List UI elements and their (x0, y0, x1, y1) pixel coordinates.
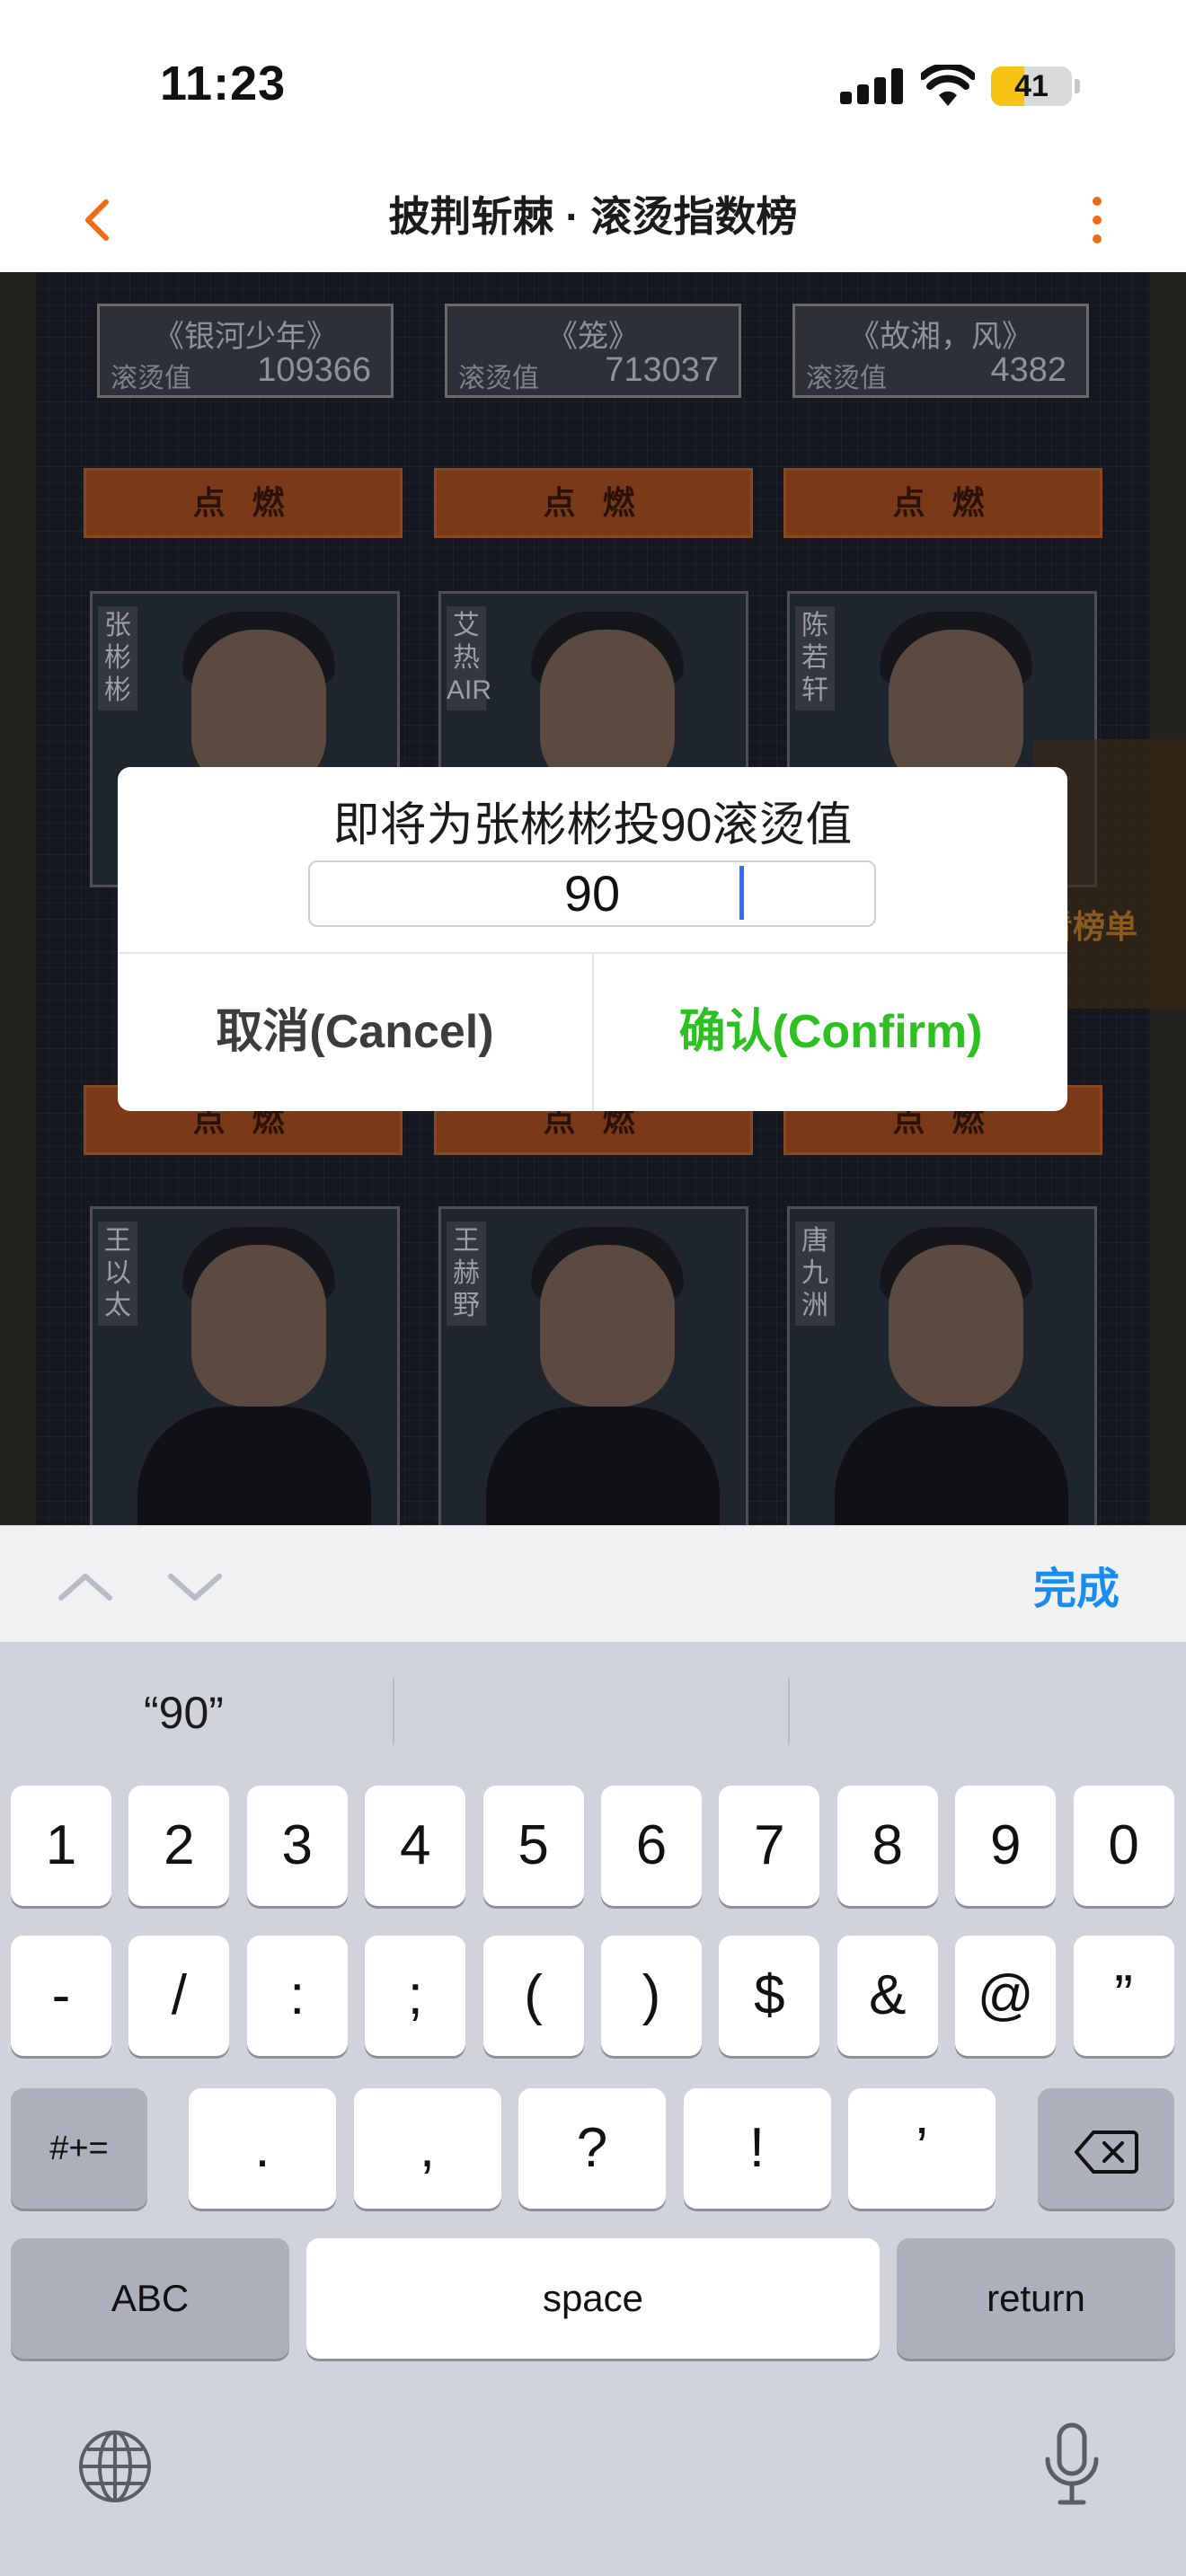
hot-label: 滚烫值 (111, 364, 191, 393)
ignite-label: 点 燃 (892, 484, 994, 521)
confirm-button[interactable]: 确认(Confirm) (594, 954, 1067, 1111)
symbol-key[interactable]: : (246, 1936, 348, 2056)
punctuation-key[interactable]: . (189, 2088, 336, 2209)
globe-icon[interactable] (76, 2428, 154, 2505)
vote-dialog: 即将为张彬彬投90滚烫值 90 取消(Cancel) 确认(Confirm) (118, 767, 1067, 1111)
digit-key[interactable]: 7 (719, 1786, 820, 1906)
contestant-name: 张彬彬 (98, 606, 137, 710)
contestant-name: 唐九洲 (795, 1222, 835, 1326)
microphone-icon[interactable] (1040, 2422, 1103, 2508)
hot-value: 4382 (990, 351, 1067, 389)
return-key[interactable]: return (897, 2238, 1175, 2359)
hot-label: 滚烫值 (806, 364, 887, 393)
battery-level: 41 (1014, 69, 1049, 103)
status-time: 11:23 (160, 57, 287, 110)
hot-value: 713037 (605, 351, 719, 389)
page-title: 披荆斩棘 · 滚烫指数榜 (388, 193, 798, 240)
digit-key[interactable]: 1 (11, 1786, 111, 1906)
battery-tip (1075, 79, 1080, 93)
done-button[interactable]: 完成 (1033, 1553, 1120, 1616)
contestant-name: 陈若轩 (795, 606, 835, 710)
song-card: 《银河少年》 滚烫值 109366 (97, 304, 394, 398)
punctuation-key[interactable]: ! (683, 2088, 831, 2209)
divider (788, 1678, 790, 1745)
contestant-card[interactable]: 王以太 (90, 1206, 400, 1525)
symbol-key[interactable]: ( (482, 1936, 584, 2056)
contestant-card[interactable]: 王赫野 (438, 1206, 748, 1525)
battery-icon: 41 (991, 66, 1072, 106)
vote-amount-input[interactable]: 90 (308, 860, 876, 927)
symbol-key[interactable]: & (836, 1936, 938, 2056)
contestant-face (889, 1245, 1023, 1407)
symbol-key[interactable]: $ (719, 1936, 820, 2056)
digit-key[interactable]: 5 (482, 1786, 584, 1906)
symbol-key[interactable]: @ (955, 1936, 1057, 2056)
ignite-label: 点 燃 (192, 484, 294, 521)
digit-key[interactable]: 3 (246, 1786, 348, 1906)
abc-key[interactable]: ABC (11, 2238, 289, 2359)
ignite-button[interactable]: 点 燃 (434, 468, 753, 538)
divider (393, 1678, 394, 1745)
symbols-key[interactable]: #+= (11, 2088, 147, 2209)
punctuation-key[interactable]: ’ (848, 2088, 996, 2209)
suggestion-bar: “90” (0, 1642, 1186, 1781)
digit-key[interactable]: 6 (601, 1786, 702, 1906)
contestant-body (137, 1407, 371, 1525)
contestant-face (191, 1245, 326, 1407)
punctuation-key[interactable]: ? (518, 2088, 666, 2209)
digit-key[interactable]: 9 (955, 1786, 1057, 1906)
digit-key[interactable]: 4 (365, 1786, 466, 1906)
song-card: 《笼》 滚烫值 713037 (445, 304, 741, 398)
hot-value: 109366 (257, 351, 371, 389)
song-title: 《银河少年》 (154, 320, 337, 354)
symbol-key[interactable]: / (128, 1936, 230, 2056)
dialog-title: 即将为张彬彬投90滚烫值 (332, 799, 853, 851)
nav-bar: 披荆斩棘 · 滚烫指数榜 (0, 166, 1186, 272)
space-key[interactable]: space (306, 2238, 880, 2359)
back-chevron-icon[interactable] (63, 184, 135, 256)
song-title: 《故湘，风》 (849, 320, 1032, 354)
hot-label: 滚烫值 (458, 364, 539, 393)
ignite-button[interactable]: 点 燃 (783, 468, 1102, 538)
ignite-button[interactable]: 点 燃 (84, 468, 403, 538)
symbol-key[interactable]: ) (601, 1936, 702, 2056)
contestant-name: 王赫野 (447, 1222, 486, 1326)
symbol-key[interactable]: ; (365, 1936, 466, 2056)
punctuation-key[interactable]: , (353, 2088, 501, 2209)
contestant-card[interactable]: 唐九洲 (787, 1206, 1097, 1525)
digit-key[interactable]: 2 (128, 1786, 230, 1906)
contestant-name: 艾热AIR (447, 606, 491, 710)
delete-key[interactable] (1038, 2088, 1174, 2209)
more-options-icon[interactable] (1078, 186, 1118, 254)
symbol-key[interactable]: ” (1073, 1936, 1174, 2056)
left-border (0, 272, 36, 1525)
input-accessory-bar: 完成 (0, 1525, 1186, 1642)
song-card: 《故湘，风》 滚烫值 4382 (792, 304, 1089, 398)
suggestion-item[interactable]: “90” (144, 1687, 224, 1739)
wifi-icon (921, 65, 975, 106)
backspace-icon (1075, 2130, 1138, 2174)
contestant-body (486, 1407, 720, 1525)
ignite-label: 点 燃 (543, 484, 644, 521)
previous-field-chevron-up-icon[interactable] (54, 1560, 117, 1614)
symbol-key[interactable]: - (11, 1936, 111, 2056)
next-field-chevron-down-icon[interactable] (164, 1560, 226, 1614)
numeric-keyboard: “90” 1234567890 - /:;() $ & @” #+= .,?!’ ABC… (0, 1642, 1186, 2576)
digit-key[interactable]: 0 (1073, 1786, 1174, 1906)
contestant-face (540, 1245, 675, 1407)
status-bar: 11:23 41 (0, 0, 1186, 166)
cancel-button[interactable]: 取消(Cancel) (118, 954, 592, 1111)
contestant-name: 王以太 (98, 1222, 137, 1326)
song-title: 《笼》 (547, 320, 639, 354)
text-caret (739, 866, 744, 920)
contestant-body (835, 1407, 1068, 1525)
digit-key[interactable]: 8 (836, 1786, 938, 1906)
cellular-signal-icon (840, 68, 903, 104)
